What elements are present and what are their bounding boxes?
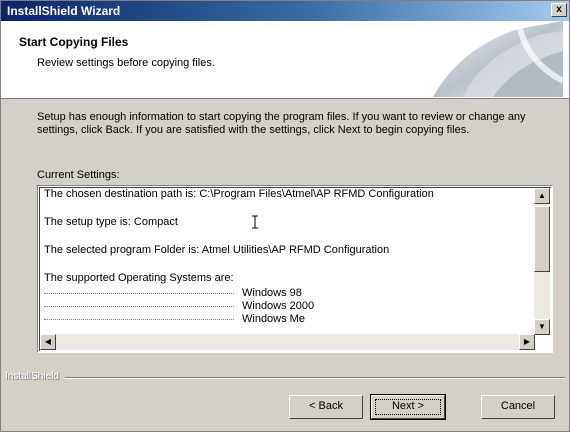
next-button[interactable]: Next > bbox=[370, 394, 446, 420]
cancel-button[interactable]: Cancel bbox=[481, 395, 555, 419]
installer-window: InstallShield Wizard x Start Copying Fil… bbox=[0, 0, 570, 432]
setup-type-line: The setup type is: Compact bbox=[44, 216, 178, 228]
page-title: Start Copying Files bbox=[19, 35, 129, 49]
page-subtitle: Review settings before copying files. bbox=[37, 57, 215, 69]
text-cursor-icon bbox=[252, 215, 258, 229]
scroll-down-icon[interactable]: ▼ bbox=[534, 319, 550, 335]
installshield-brand: InstallShield bbox=[5, 371, 59, 382]
title-bar[interactable]: InstallShield Wizard x bbox=[1, 1, 569, 21]
dotted-leader bbox=[44, 293, 234, 294]
close-button[interactable]: x bbox=[551, 3, 567, 17]
current-settings-label: Current Settings: bbox=[37, 169, 120, 181]
os-name: Windows Me bbox=[242, 313, 305, 325]
scroll-right-icon[interactable]: ▶ bbox=[519, 334, 535, 350]
intro-text: Setup has enough information to start co… bbox=[37, 111, 526, 136]
os-item: Windows Me bbox=[44, 313, 524, 326]
os-item: Windows 98 bbox=[44, 287, 524, 300]
window-title: InstallShield Wizard bbox=[7, 4, 121, 18]
dotted-leader bbox=[44, 319, 234, 320]
dotted-leader bbox=[44, 306, 234, 307]
os-label-line: The supported Operating Systems are: bbox=[44, 272, 234, 284]
focus-rect bbox=[375, 399, 441, 415]
settings-content: The chosen destination path is: C:\Progr… bbox=[44, 187, 524, 326]
os-name: Windows 98 bbox=[242, 287, 302, 299]
os-name: Windows 2000 bbox=[242, 300, 315, 312]
horizontal-scrollbar[interactable]: ◀ ▶ bbox=[40, 334, 535, 350]
destination-line: The chosen destination path is: C:\Progr… bbox=[44, 188, 434, 200]
back-button[interactable]: < Back bbox=[289, 395, 363, 419]
wizard-header: Start Copying Files Review settings befo… bbox=[1, 21, 569, 99]
current-settings-box[interactable]: The chosen destination path is: C:\Progr… bbox=[37, 185, 553, 353]
program-folder-line: The selected program Folder is: Atmel Ut… bbox=[44, 244, 390, 256]
vertical-scroll-thumb[interactable] bbox=[534, 206, 550, 272]
os-item: Windows 2000 bbox=[44, 300, 524, 313]
scroll-left-icon[interactable]: ◀ bbox=[40, 334, 56, 350]
footer-divider bbox=[65, 377, 565, 379]
scroll-up-icon[interactable]: ▲ bbox=[534, 188, 550, 204]
vertical-scrollbar[interactable]: ▲ ▼ bbox=[534, 188, 550, 335]
header-graphic-icon bbox=[433, 21, 563, 97]
